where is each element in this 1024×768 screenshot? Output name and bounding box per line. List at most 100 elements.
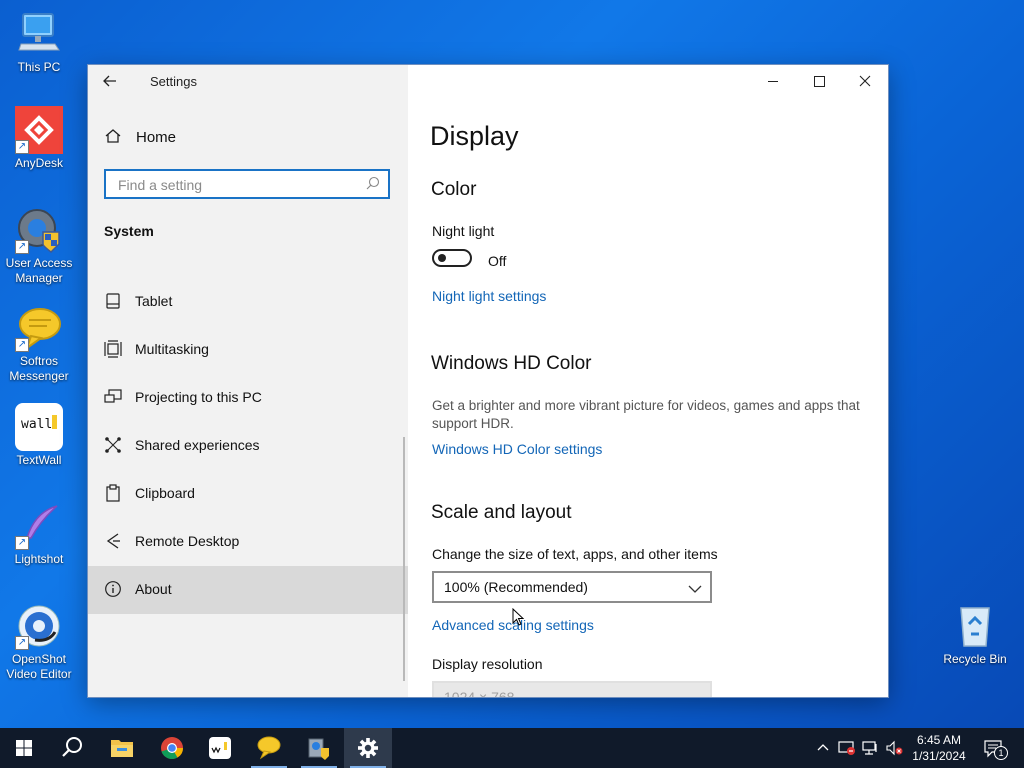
search-input[interactable] (116, 172, 360, 198)
maximize-button[interactable] (796, 65, 842, 97)
sidebar-item-tablet[interactable]: Tablet (88, 278, 408, 326)
textwall-icon (209, 737, 231, 759)
resolution-dropdown[interactable]: 1024 × 768 (432, 681, 712, 697)
hdr-description: Get a brighter and more vibrant picture … (432, 398, 860, 431)
desktop-icon-label: Recycle Bin (943, 652, 1007, 666)
desktop-icon-label: Lightshot (14, 552, 64, 566)
sidebar-item-projecting[interactable]: Projecting to this PC (88, 374, 408, 422)
taskbar-textwall[interactable] (196, 728, 244, 768)
minimize-icon (768, 81, 778, 82)
scale-heading: Scale and layout (431, 502, 572, 523)
display-resolution-label: Display resolution (432, 656, 543, 672)
lightshot-feather-icon: ↗ (15, 502, 63, 550)
night-light-toggle[interactable] (432, 249, 472, 267)
night-light-label: Night light (432, 223, 495, 239)
taskbar-file-explorer[interactable] (98, 728, 146, 768)
shortcut-arrow-icon: ↗ (15, 338, 29, 352)
desktop-icon-openshot[interactable]: ↗ OpenShot Video Editor (1, 602, 77, 682)
clipboard-icon (104, 484, 122, 502)
close-icon (859, 75, 871, 87)
shortcut-arrow-icon: ↗ (15, 140, 29, 154)
start-button[interactable] (0, 728, 48, 768)
taskbar-clock[interactable]: 6:45 AM 1/31/2024 (904, 732, 974, 764)
volume-muted-icon[interactable] (886, 740, 903, 756)
user-access-manager-icon (308, 738, 329, 760)
sidebar-item-label: Clipboard (135, 485, 195, 501)
night-light-settings-link[interactable]: Night light settings (432, 288, 546, 304)
desktop-icon-user-access-manager[interactable]: ↗ User Access Manager (1, 206, 77, 286)
clock-date: 1/31/2024 (912, 749, 966, 763)
windows-logo-icon (16, 740, 32, 756)
softros-messenger-icon: ↗ (15, 304, 63, 352)
shared-experiences-icon (104, 436, 122, 454)
desktop-icon-label: User Access Manager (5, 256, 73, 285)
shortcut-arrow-icon: ↗ (15, 636, 29, 650)
minimize-button[interactable] (750, 65, 796, 97)
scale-size-label: Change the size of text, apps, and other… (432, 546, 718, 562)
home-icon (104, 127, 124, 147)
desktop-icon-label: Softros Messenger (9, 354, 69, 383)
toggle-knob (438, 254, 446, 262)
taskbar-softros-messenger[interactable] (245, 728, 293, 768)
anydesk-icon: ↗ (15, 106, 63, 154)
scale-dropdown[interactable]: 100% (Recommended) (432, 571, 712, 603)
multitasking-icon (104, 340, 122, 358)
sidebar-item-label: Tablet (135, 293, 173, 309)
desktop-icon-anydesk[interactable]: ↗ AnyDesk (1, 106, 77, 171)
sidebar-item-remote-desktop[interactable]: Remote Desktop (88, 518, 408, 566)
desktop-icon-label: AnyDesk (14, 156, 64, 170)
hdr-heading: Windows HD Color (431, 353, 592, 374)
remote-desktop-icon (104, 532, 122, 550)
taskbar-search-button[interactable] (48, 728, 96, 768)
sidebar-scrollbar[interactable] (403, 437, 405, 681)
network-icon[interactable] (862, 740, 878, 756)
notification-count-badge: 1 (994, 746, 1008, 760)
desktop-icon-softros-messenger[interactable]: ↗ Softros Messenger (1, 304, 77, 384)
sidebar-item-label: Shared experiences (135, 437, 260, 453)
close-button[interactable] (842, 65, 888, 97)
hdr-settings-link[interactable]: Windows HD Color settings (432, 441, 602, 457)
taskbar-chrome[interactable] (148, 728, 196, 768)
desktop-icon-recycle-bin[interactable]: Recycle Bin (937, 602, 1013, 667)
action-center-icon[interactable]: 1 (984, 740, 1008, 760)
softros-icon (257, 736, 281, 760)
taskbar-settings[interactable] (344, 728, 392, 768)
sidebar-item-label: Remote Desktop (135, 533, 240, 549)
sidebar-item-multitasking[interactable]: Multitasking (88, 326, 408, 374)
search-box[interactable] (104, 169, 390, 199)
shortcut-arrow-icon: ↗ (15, 536, 29, 550)
color-heading: Color (431, 179, 477, 200)
show-hidden-icons-chevron-icon[interactable] (815, 740, 831, 756)
security-tray-icon[interactable] (838, 740, 855, 756)
openshot-icon: ↗ (15, 602, 63, 650)
sidebar-item-label: About (135, 581, 172, 597)
sidebar-section-title: System (104, 223, 154, 239)
home-label: Home (136, 129, 177, 146)
desktop-icon-lightshot[interactable]: ↗ Lightshot (1, 502, 77, 567)
chrome-icon (161, 737, 183, 760)
home-nav-item[interactable]: Home (88, 123, 408, 153)
sidebar-item-clipboard[interactable]: Clipboard (88, 470, 408, 518)
back-button[interactable] (102, 71, 124, 91)
sidebar-item-label: Projecting to this PC (135, 389, 262, 405)
computer-icon (15, 10, 63, 58)
sidebar-item-shared-experiences[interactable]: Shared experiences (88, 422, 408, 470)
app-title: Settings (150, 74, 197, 89)
sidebar-item-about[interactable]: About (88, 566, 408, 614)
display-settings-pane: Display Color Night light Off Night ligh… (408, 65, 888, 697)
chevron-down-icon (688, 581, 702, 593)
tablet-icon (104, 292, 122, 310)
textwall-logo-text: wall (21, 417, 53, 432)
resolution-dropdown-value: 1024 × 768 (444, 689, 515, 697)
search-icon (366, 176, 382, 192)
settings-icon (358, 738, 378, 758)
textwall-icon: wall (15, 403, 63, 451)
night-light-state: Off (488, 253, 507, 269)
search-icon (62, 737, 82, 757)
page-title: Display (430, 121, 519, 151)
taskbar-user-access-manager[interactable] (295, 728, 343, 768)
maximize-icon (814, 76, 825, 87)
desktop-icon-textwall[interactable]: wall TextWall (1, 403, 77, 468)
desktop-icon-this-pc[interactable]: This PC (1, 10, 77, 75)
desktop-icon-label: TextWall (16, 453, 62, 467)
